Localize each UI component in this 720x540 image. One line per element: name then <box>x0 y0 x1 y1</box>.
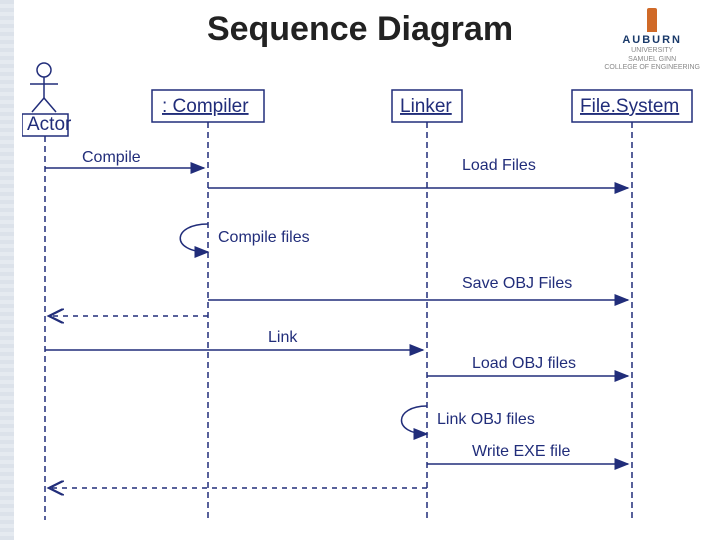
linker-label: Linker <box>400 96 452 117</box>
msg-linkobj-arrow <box>401 406 427 434</box>
sequence-diagram: Actor : Compiler Linker File.System Comp… <box>22 60 702 530</box>
msg-linkobj-label: Link OBJ files <box>437 411 535 428</box>
compiler-label: : Compiler <box>162 96 249 117</box>
actor-label: Actor <box>27 114 72 135</box>
msg-writeexe-label: Write EXE file <box>472 443 571 460</box>
filesystem-label: File.System <box>580 96 679 117</box>
msg-compilefiles-label: Compile files <box>218 229 310 246</box>
msg-link-label: Link <box>268 329 298 346</box>
msg-saveobj-label: Save OBJ Files <box>462 275 572 292</box>
logo-name: AUBURN <box>604 34 700 47</box>
tower-icon <box>647 8 657 32</box>
msg-loadfiles-label: Load Files <box>462 157 536 174</box>
logo-sub1: UNIVERSITY <box>604 47 700 55</box>
actor-icon <box>30 63 58 112</box>
decorative-stripe <box>0 0 14 540</box>
msg-compilefiles-arrow <box>180 224 208 252</box>
msg-loadobj-label: Load OBJ files <box>472 355 576 372</box>
msg-compile-label: Compile <box>82 149 141 166</box>
